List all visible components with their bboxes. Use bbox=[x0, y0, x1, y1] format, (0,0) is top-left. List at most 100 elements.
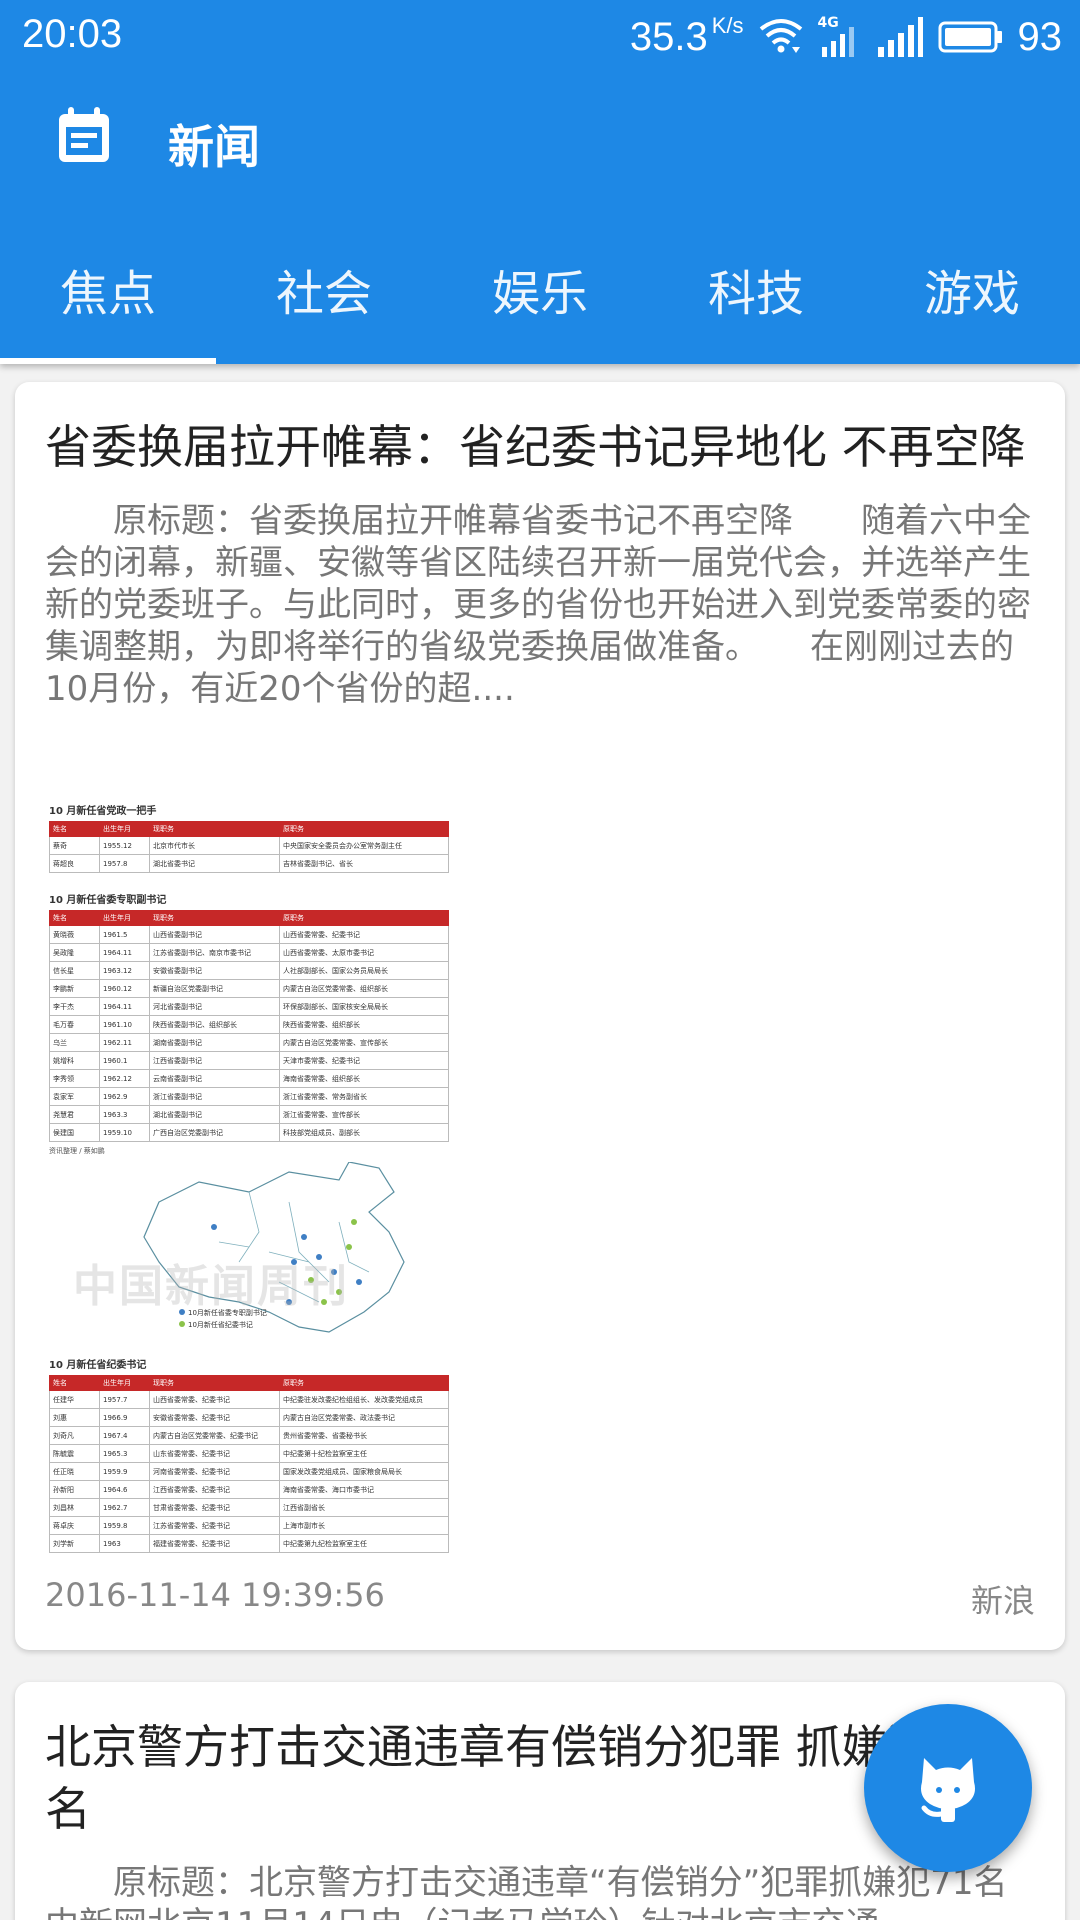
table-cell: 姚增科 bbox=[49, 1051, 100, 1070]
table-cell: 海南省委常委、组织部长 bbox=[279, 1069, 449, 1088]
tab-games[interactable]: 游戏 bbox=[864, 236, 1080, 364]
table-cell: 湖北省委书记 bbox=[149, 854, 280, 873]
map-legend-deputy-label: 10月新任省委专职副书记 bbox=[188, 1309, 267, 1317]
map-legend-discipline-label: 10月新任省纪委书记 bbox=[188, 1321, 253, 1329]
table1-header: 现职务 bbox=[149, 821, 280, 837]
table2-header: 原职务 bbox=[279, 910, 449, 926]
tab-tech[interactable]: 科技 bbox=[648, 236, 864, 364]
calendar-icon[interactable] bbox=[56, 105, 112, 165]
table1-header: 姓名 bbox=[49, 821, 100, 837]
table-cell: 李干杰 bbox=[49, 997, 100, 1016]
table-row: 刘惠 1966.9 安徽省委常委、纪委书记 内蒙古自治区党委常委、政法委书记 bbox=[49, 1408, 449, 1427]
table-cell: 天津市委常委、纪委书记 bbox=[279, 1051, 449, 1070]
table-cell: 江西省委常委、纪委书记 bbox=[149, 1480, 280, 1499]
table-cell: 江西省副省长 bbox=[279, 1498, 449, 1517]
table1: 姓名 出生年月 现职务 原职务 蔡奇 1955.12 北京市代市长 中央国家安全… bbox=[49, 821, 449, 873]
table-row: 信长星 1963.12 安徽省委副书记 人社部副部长、国家公务员局局长 bbox=[49, 961, 449, 980]
app-bar: 20:03 35.3 K/s 4G 93 新闻 焦点 社会 娱乐 科技 游戏 bbox=[0, 0, 1080, 364]
table-cell: 山西省委常委、太原市委书记 bbox=[279, 943, 449, 962]
table-cell: 1955.12 bbox=[99, 836, 150, 855]
table-cell: 中纪委第九纪检监察室主任 bbox=[279, 1534, 449, 1553]
net-speed: 35.3 K/s bbox=[630, 12, 744, 60]
table-cell: 1963.12 bbox=[99, 961, 150, 980]
news-title: 省委换届拉开帷幕：省纪委书记异地化 不再空降 bbox=[45, 420, 1026, 474]
table3-header: 出生年月 bbox=[99, 1375, 150, 1391]
table-cell: 陈毓震 bbox=[49, 1444, 100, 1463]
table-cell: 湖南省委副书记 bbox=[149, 1033, 280, 1052]
table2-header: 现职务 bbox=[149, 910, 280, 926]
table-cell: 尧慧君 bbox=[49, 1105, 100, 1124]
table-cell: 浙江省委常委、宣传部长 bbox=[279, 1105, 449, 1124]
table-cell: 江苏省委副书记、南京市委书记 bbox=[149, 943, 280, 962]
table-cell: 蔡奇 bbox=[49, 836, 100, 855]
table-cell: 福建省委常委、纪委书记 bbox=[149, 1534, 280, 1553]
table-cell: 内蒙古自治区党委常委、纪委书记 bbox=[149, 1426, 280, 1445]
table-cell: 1964.11 bbox=[99, 997, 150, 1016]
table-cell: 乌兰 bbox=[49, 1033, 100, 1052]
table-row: 吴政隆 1964.11 江苏省委副书记、南京市委书记 山西省委常委、太原市委书记 bbox=[49, 943, 449, 962]
news-card[interactable]: 省委换届拉开帷幕：省纪委书记异地化 不再空降 原标题：省委换届拉开帷幕省委书记不… bbox=[15, 382, 1065, 1650]
table-cell: 1959.10 bbox=[99, 1123, 150, 1142]
signal-icon bbox=[877, 17, 923, 57]
table-row: 刘昌林 1962.7 甘肃省委常委、纪委书记 江西省副省长 bbox=[49, 1498, 449, 1517]
table-cell: 陕西省委常委、组织部长 bbox=[279, 1015, 449, 1034]
tab-bar: 焦点 社会 娱乐 科技 游戏 bbox=[0, 236, 1080, 364]
map-watermark: 中国新闻周刊 bbox=[73, 1261, 349, 1312]
table-cell: 1963 bbox=[99, 1534, 150, 1553]
table-cell: 刘奇凡 bbox=[49, 1426, 100, 1445]
tab-entertainment[interactable]: 娱乐 bbox=[432, 236, 648, 364]
table2-header: 姓名 bbox=[49, 910, 100, 926]
table-cell: 蒋超良 bbox=[49, 854, 100, 873]
table-cell: 1962.9 bbox=[99, 1087, 150, 1106]
table-cell: 内蒙古自治区党委常委、宣传部长 bbox=[279, 1033, 449, 1052]
table-cell: 1957.8 bbox=[99, 854, 150, 873]
table-row: 刘学新 1963 福建省委常委、纪委书记 中纪委第九纪检监察室主任 bbox=[49, 1534, 449, 1553]
table-cell: 山西省委常委、纪委书记 bbox=[279, 925, 449, 944]
news-time: 2016-11-14 19:39:56 bbox=[45, 1576, 385, 1614]
table3: 姓名 出生年月 现职务 原职务 任建华 1957.7 山西省委常委、纪委书记 中纪委驻… bbox=[49, 1375, 449, 1553]
table-cell: 安徽省委常委、纪委书记 bbox=[149, 1408, 280, 1427]
table-row: 尧慧君 1963.3 湖北省委副书记 浙江省委常委、宣传部长 bbox=[49, 1105, 449, 1124]
table-cell: 甘肃省委常委、纪委书记 bbox=[149, 1498, 280, 1517]
table3-caption: 10 月新任省纪委书记 bbox=[49, 1360, 147, 1371]
table1-header: 原职务 bbox=[279, 821, 449, 837]
news-summary: 原标题：省委换届拉开帷幕省委书记不再空降 随着六中全会的闭幕，新疆、安徽等省区陆… bbox=[45, 501, 1031, 709]
table-cell: 1961.10 bbox=[99, 1015, 150, 1034]
page-title: 新闻 bbox=[168, 120, 260, 174]
status-time: 20:03 bbox=[22, 12, 123, 56]
table-cell: 1964.6 bbox=[99, 1480, 150, 1499]
table-cell: 江西省委副书记 bbox=[149, 1051, 280, 1070]
table-row: 刘奇凡 1967.4 内蒙古自治区党委常委、纪委书记 贵州省委常委、省委秘书长 bbox=[49, 1426, 449, 1445]
table-cell: 内蒙古自治区党委常委、组织部长 bbox=[279, 979, 449, 998]
table-cell: 河北省委副书记 bbox=[149, 997, 280, 1016]
table1-header: 出生年月 bbox=[99, 821, 150, 837]
table-row: 蒋卓庆 1959.8 江苏省委常委、纪委书记 上海市副市长 bbox=[49, 1516, 449, 1535]
table-row: 孙新阳 1964.6 江西省委常委、纪委书记 海南省委常委、海口市委书记 bbox=[49, 1480, 449, 1499]
table-cell: 1960.1 bbox=[99, 1051, 150, 1070]
table-cell: 安徽省委副书记 bbox=[149, 961, 280, 980]
table-cell: 湖北省委副书记 bbox=[149, 1105, 280, 1124]
table2-header: 出生年月 bbox=[99, 910, 150, 926]
table-cell: 1962.7 bbox=[99, 1498, 150, 1517]
table-cell: 1967.4 bbox=[99, 1426, 150, 1445]
table1-caption: 10 月新任省党政一把手 bbox=[49, 806, 157, 817]
wifi-icon bbox=[759, 19, 802, 53]
table-row: 侯建国 1959.10 广西自治区党委副书记 科技部党组成员、副部长 bbox=[49, 1123, 449, 1142]
table-cell: 山东省委常委、纪委书记 bbox=[149, 1444, 280, 1463]
table-cell: 山西省委副书记 bbox=[149, 925, 280, 944]
tab-focus[interactable]: 焦点 bbox=[0, 236, 216, 364]
table-row: 蒋超良 1957.8 湖北省委书记 吉林省委副书记、省长 bbox=[49, 854, 449, 873]
table-row: 任建华 1957.7 山西省委常委、纪委书记 中纪委驻发改委纪检组组长、发改委党组成员 bbox=[49, 1390, 449, 1409]
table-cell: 环保部副部长、国家核安全局局长 bbox=[279, 997, 449, 1016]
table-row: 毛万春 1961.10 陕西省委副书记、组织部长 陕西省委常委、组织部长 bbox=[49, 1015, 449, 1034]
net-speed-unit: K/s bbox=[711, 12, 744, 38]
table-cell: 袁家军 bbox=[49, 1087, 100, 1106]
table-cell: 中纪委第十纪检监察室主任 bbox=[279, 1444, 449, 1463]
table-cell: 内蒙古自治区党委常委、政法委书记 bbox=[279, 1408, 449, 1427]
table-cell: 1963.3 bbox=[99, 1105, 150, 1124]
github-fab-button[interactable] bbox=[864, 1704, 1032, 1872]
table-row: 姚增科 1960.1 江西省委副书记 天津市委常委、纪委书记 bbox=[49, 1051, 449, 1070]
tab-society[interactable]: 社会 bbox=[216, 236, 432, 364]
table-row: 陈毓震 1965.3 山东省委常委、纪委书记 中纪委第十纪检监察室主任 bbox=[49, 1444, 449, 1463]
table-cell: 科技部党组成员、副部长 bbox=[279, 1123, 449, 1142]
